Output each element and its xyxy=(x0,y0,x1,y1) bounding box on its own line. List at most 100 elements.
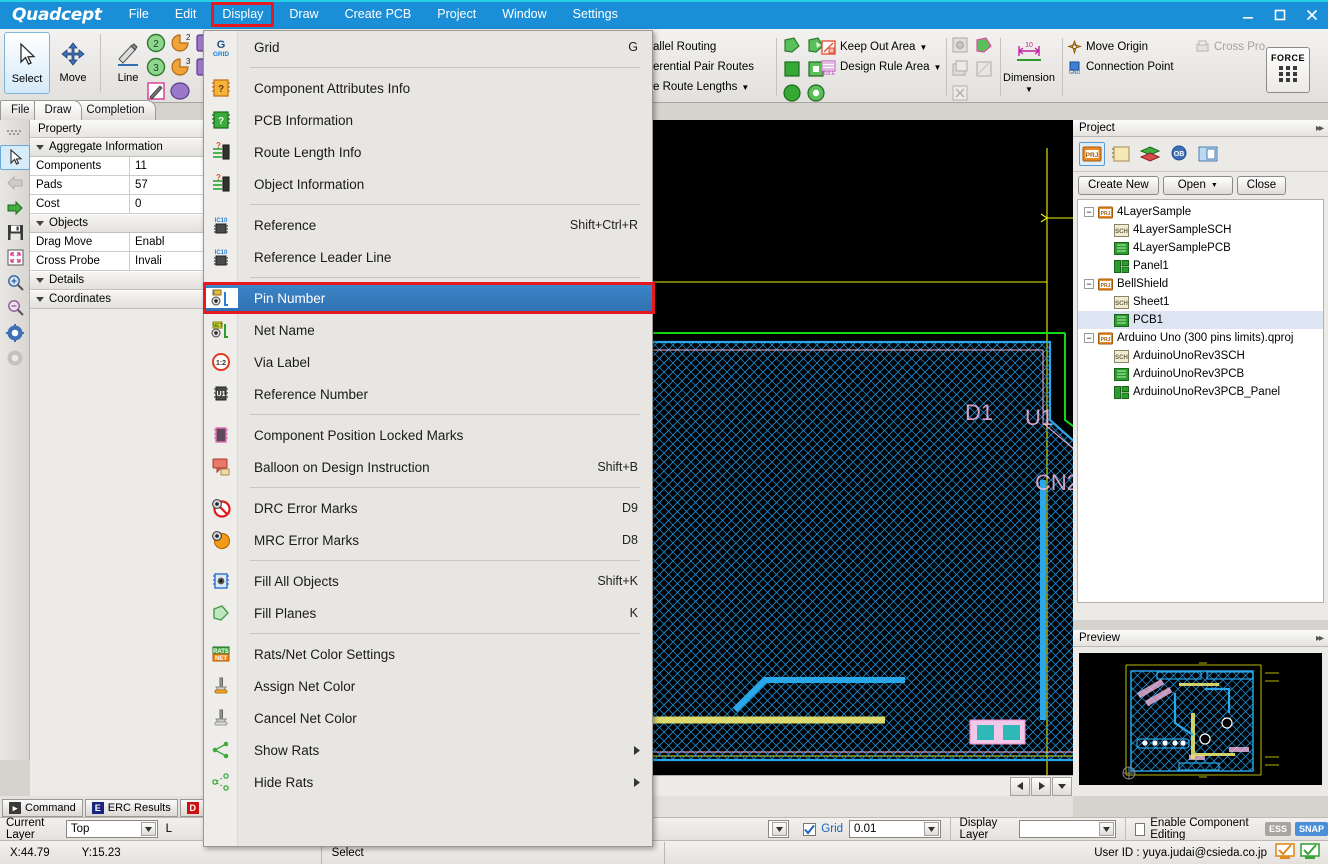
menu-item-via-label[interactable]: 1:2 Via Label xyxy=(204,346,652,378)
fit-to-screen-icon[interactable] xyxy=(0,245,30,270)
chevron-down-icon[interactable] xyxy=(772,822,787,836)
scroll-left-button[interactable] xyxy=(1010,777,1030,796)
enable-component-editing-checkbox[interactable] xyxy=(1135,823,1145,836)
object-browser-tab-icon[interactable]: OB xyxy=(1166,142,1192,166)
menu-draw[interactable]: Draw xyxy=(276,0,331,29)
property-value[interactable]: Enabl xyxy=(130,233,204,251)
menu-item-show-rats[interactable]: Show Rats xyxy=(204,734,652,766)
property-section-coordinates[interactable]: Coordinates xyxy=(30,290,204,309)
project-tree[interactable]: − PRJ 4LayerSample SCH 4LayerSampleSCH 4… xyxy=(1077,199,1324,603)
menu-settings[interactable]: Settings xyxy=(560,0,631,29)
layer-2-icon[interactable]: 2 xyxy=(145,32,167,54)
tree-item-arduinounorev3pcb[interactable]: ArduinoUnoRev3PCB xyxy=(1078,365,1323,383)
move-tool-button[interactable]: Move xyxy=(50,32,96,94)
menu-item-fill-all-objects[interactable]: Fill All Objects Shift+K xyxy=(204,565,652,597)
menu-item-reference[interactable]: IC10 Reference Shift+Ctrl+R xyxy=(204,209,652,241)
menu-item-route-length-info[interactable]: ? Route Length Info xyxy=(204,136,652,168)
menu-item-reference-leader-line[interactable]: IC10 Reference Leader Line xyxy=(204,241,652,273)
menu-item-net-name[interactable]: NET Net Name xyxy=(204,314,652,346)
orange-monitor-icon[interactable] xyxy=(1275,843,1295,863)
tree-item-panel1[interactable]: Panel1 xyxy=(1078,257,1323,275)
tree-item-4layersample[interactable]: − PRJ 4LayerSample xyxy=(1078,203,1323,221)
create-new-button[interactable]: Create New xyxy=(1078,176,1159,195)
chevron-down-icon[interactable]: ▼ xyxy=(1025,85,1033,94)
menu-item-component-position-locked-marks[interactable]: Component Position Locked Marks xyxy=(204,419,652,451)
menu-item-balloon-on-design-instruction[interactable]: Balloon on Design Instruction Shift+B xyxy=(204,451,652,483)
menu-item-grid[interactable]: GGRID Grid G xyxy=(204,31,652,63)
tree-item-arduino-uno[interactable]: − PRJ Arduino Uno (300 pins limits).qpro… xyxy=(1078,329,1323,347)
cursor-select-icon[interactable] xyxy=(0,145,30,170)
ellipse-tool-icon[interactable] xyxy=(169,80,191,102)
property-value[interactable]: Invali xyxy=(130,252,204,270)
menu-window[interactable]: Window xyxy=(489,0,559,29)
collapse-toggle-icon[interactable]: − xyxy=(1084,279,1094,289)
tree-item-arduinounorev3pcb-panel[interactable]: ArduinoUnoRev3PCB_Panel xyxy=(1078,383,1323,401)
close-icon[interactable] xyxy=(1296,0,1328,29)
preview-thumbnail[interactable] xyxy=(1079,653,1322,785)
current-layer-select[interactable]: Top xyxy=(66,820,158,838)
layers-tab-icon[interactable] xyxy=(1137,142,1163,166)
settings-gear-icon[interactable] xyxy=(0,320,30,345)
shape-circle-filled-icon[interactable] xyxy=(781,82,803,103)
maximize-icon[interactable] xyxy=(1264,0,1296,29)
menu-item-rats-net-color-settings[interactable]: RATSNET Rats/Net Color Settings xyxy=(204,638,652,670)
shape-polygon-icon[interactable] xyxy=(781,34,803,56)
property-value[interactable]: 0 xyxy=(130,195,204,213)
tree-item-4layersamplepcb[interactable]: 4LayerSamplePCB xyxy=(1078,239,1323,257)
save-disk-icon[interactable] xyxy=(0,220,30,245)
property-value[interactable]: 11 xyxy=(130,157,204,175)
property-value[interactable]: 57 xyxy=(130,176,204,194)
property-section-details[interactable]: Details xyxy=(30,271,204,290)
menu-item-pin-number[interactable]: 1 Pin Number xyxy=(204,282,652,314)
minimize-icon[interactable] xyxy=(1232,0,1264,29)
design-rule-area-button[interactable]: RULE Design Rule Area ▼ xyxy=(818,57,944,77)
grid-value-select[interactable]: 0.01 xyxy=(849,820,941,838)
menu-display[interactable]: Display xyxy=(209,0,276,29)
panel-tab-icon[interactable] xyxy=(1195,142,1221,166)
layer-3-icon[interactable]: 3 xyxy=(145,56,167,78)
green-monitor-icon[interactable] xyxy=(1300,843,1320,863)
connection-point-button[interactable]: GND Connection Point xyxy=(1064,57,1177,77)
grid-checkbox[interactable] xyxy=(803,823,816,836)
ess-badge[interactable]: ESS xyxy=(1265,822,1291,836)
tree-item-bellshield[interactable]: − PRJ BellShield xyxy=(1078,275,1323,293)
property-section-objects[interactable]: Objects xyxy=(30,214,204,233)
collapse-toggle-icon[interactable]: − xyxy=(1084,333,1094,343)
move-origin-button[interactable]: Move Origin xyxy=(1064,37,1151,57)
menu-create-pcb[interactable]: Create PCB xyxy=(332,0,425,29)
menu-item-assign-net-color[interactable]: Assign Net Color xyxy=(204,670,652,702)
open-button[interactable]: Open ▼ xyxy=(1163,176,1233,195)
close-button[interactable]: Close xyxy=(1237,176,1286,195)
project-tab-icon[interactable]: PRJ xyxy=(1079,142,1105,166)
menu-item-hide-rats[interactable]: Hide Rats xyxy=(204,766,652,798)
tree-item-4layersamplesch[interactable]: SCH 4LayerSampleSCH xyxy=(1078,221,1323,239)
parallel-routing-button[interactable]: allel Routing xyxy=(650,37,719,57)
dimension-button[interactable]: 10 Dimension ▼ xyxy=(1000,32,1058,102)
force-button[interactable]: FORCE xyxy=(1266,47,1310,93)
panel-collapse-icon[interactable]: ▸▸ xyxy=(1316,630,1322,647)
select-tool-button[interactable]: Select xyxy=(4,32,50,94)
panel-collapse-icon[interactable]: ▸▸ xyxy=(1316,120,1322,137)
menu-project[interactable]: Project xyxy=(424,0,489,29)
tab-erc-results[interactable]: E ERC Results xyxy=(85,799,178,817)
scroll-dropdown-button[interactable] xyxy=(1052,777,1072,796)
snap-badge[interactable]: SNAP xyxy=(1295,822,1328,836)
library-tab-icon[interactable] xyxy=(1108,142,1134,166)
tree-item-pcb1[interactable]: PCB1 xyxy=(1078,311,1323,329)
copper-pour-icon[interactable] xyxy=(973,34,995,56)
zoom-out-icon[interactable] xyxy=(0,295,30,320)
menu-item-mrc-error-marks[interactable]: MRC Error Marks D8 xyxy=(204,524,652,556)
menu-item-reference-number[interactable]: U1 Reference Number xyxy=(204,378,652,410)
keep-out-area-button[interactable]: Keep Out Area ▼ xyxy=(818,37,930,57)
rotate-3-icon[interactable]: 3 xyxy=(169,56,191,78)
forward-arrow-icon[interactable] xyxy=(0,195,30,220)
menu-item-cancel-net-color[interactable]: Cancel Net Color xyxy=(204,702,652,734)
menu-item-drc-error-marks[interactable]: DRC Error Marks D9 xyxy=(204,492,652,524)
menu-file[interactable]: File xyxy=(116,0,162,29)
route-lengths-button[interactable]: e Route Lengths ▼ xyxy=(650,77,752,97)
shape-rect-filled-icon[interactable] xyxy=(781,58,803,80)
zoom-in-icon[interactable] xyxy=(0,270,30,295)
differential-pair-routes-button[interactable]: erential Pair Routes xyxy=(650,57,757,77)
display-dropdown-menu[interactable]: GGRID Grid G ? Component Attributes Info… xyxy=(203,30,653,847)
rotate-2-icon[interactable]: 2 xyxy=(169,32,191,54)
